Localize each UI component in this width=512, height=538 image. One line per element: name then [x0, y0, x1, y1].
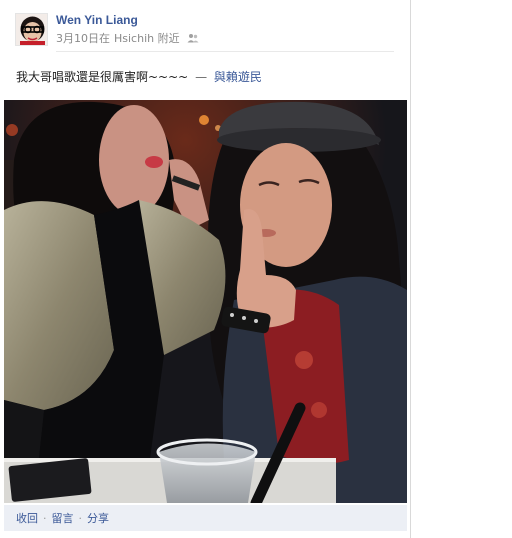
share-link[interactable]: 分享 — [87, 510, 109, 526]
post-card: Wen Yin Liang 3月10日在 Hsichih 附近 我大哥唱歌還是很… — [0, 0, 411, 538]
post-date[interactable]: 3月10日在 — [56, 30, 110, 46]
content-right-border — [410, 0, 411, 538]
status-dash: — — [195, 70, 208, 84]
with-friend-link[interactable]: 與賴遊民 — [214, 70, 262, 84]
avatar-image — [16, 14, 47, 45]
header-divider — [56, 51, 394, 52]
post-meta: 3月10日在 Hsichih 附近 — [56, 30, 199, 46]
author-avatar[interactable] — [15, 13, 48, 46]
action-separator: · — [78, 511, 83, 525]
photo-image — [4, 100, 407, 503]
post-photo[interactable] — [4, 100, 407, 503]
post-actions-bar: 收回 · 留言 · 分享 — [4, 505, 407, 531]
comment-link[interactable]: 留言 — [52, 510, 74, 526]
status-message: 我大哥唱歌還是很厲害啊~~~~ — 與賴遊民 — [16, 68, 262, 85]
status-text: 我大哥唱歌還是很厲害啊~~~~ — [16, 70, 189, 84]
action-separator: · — [43, 511, 47, 525]
people-tagged-icon — [187, 33, 199, 43]
collapse-link[interactable]: 收回 — [16, 510, 38, 526]
post-location[interactable]: Hsichih 附近 — [114, 30, 180, 46]
author-name-link[interactable]: Wen Yin Liang — [56, 13, 138, 27]
